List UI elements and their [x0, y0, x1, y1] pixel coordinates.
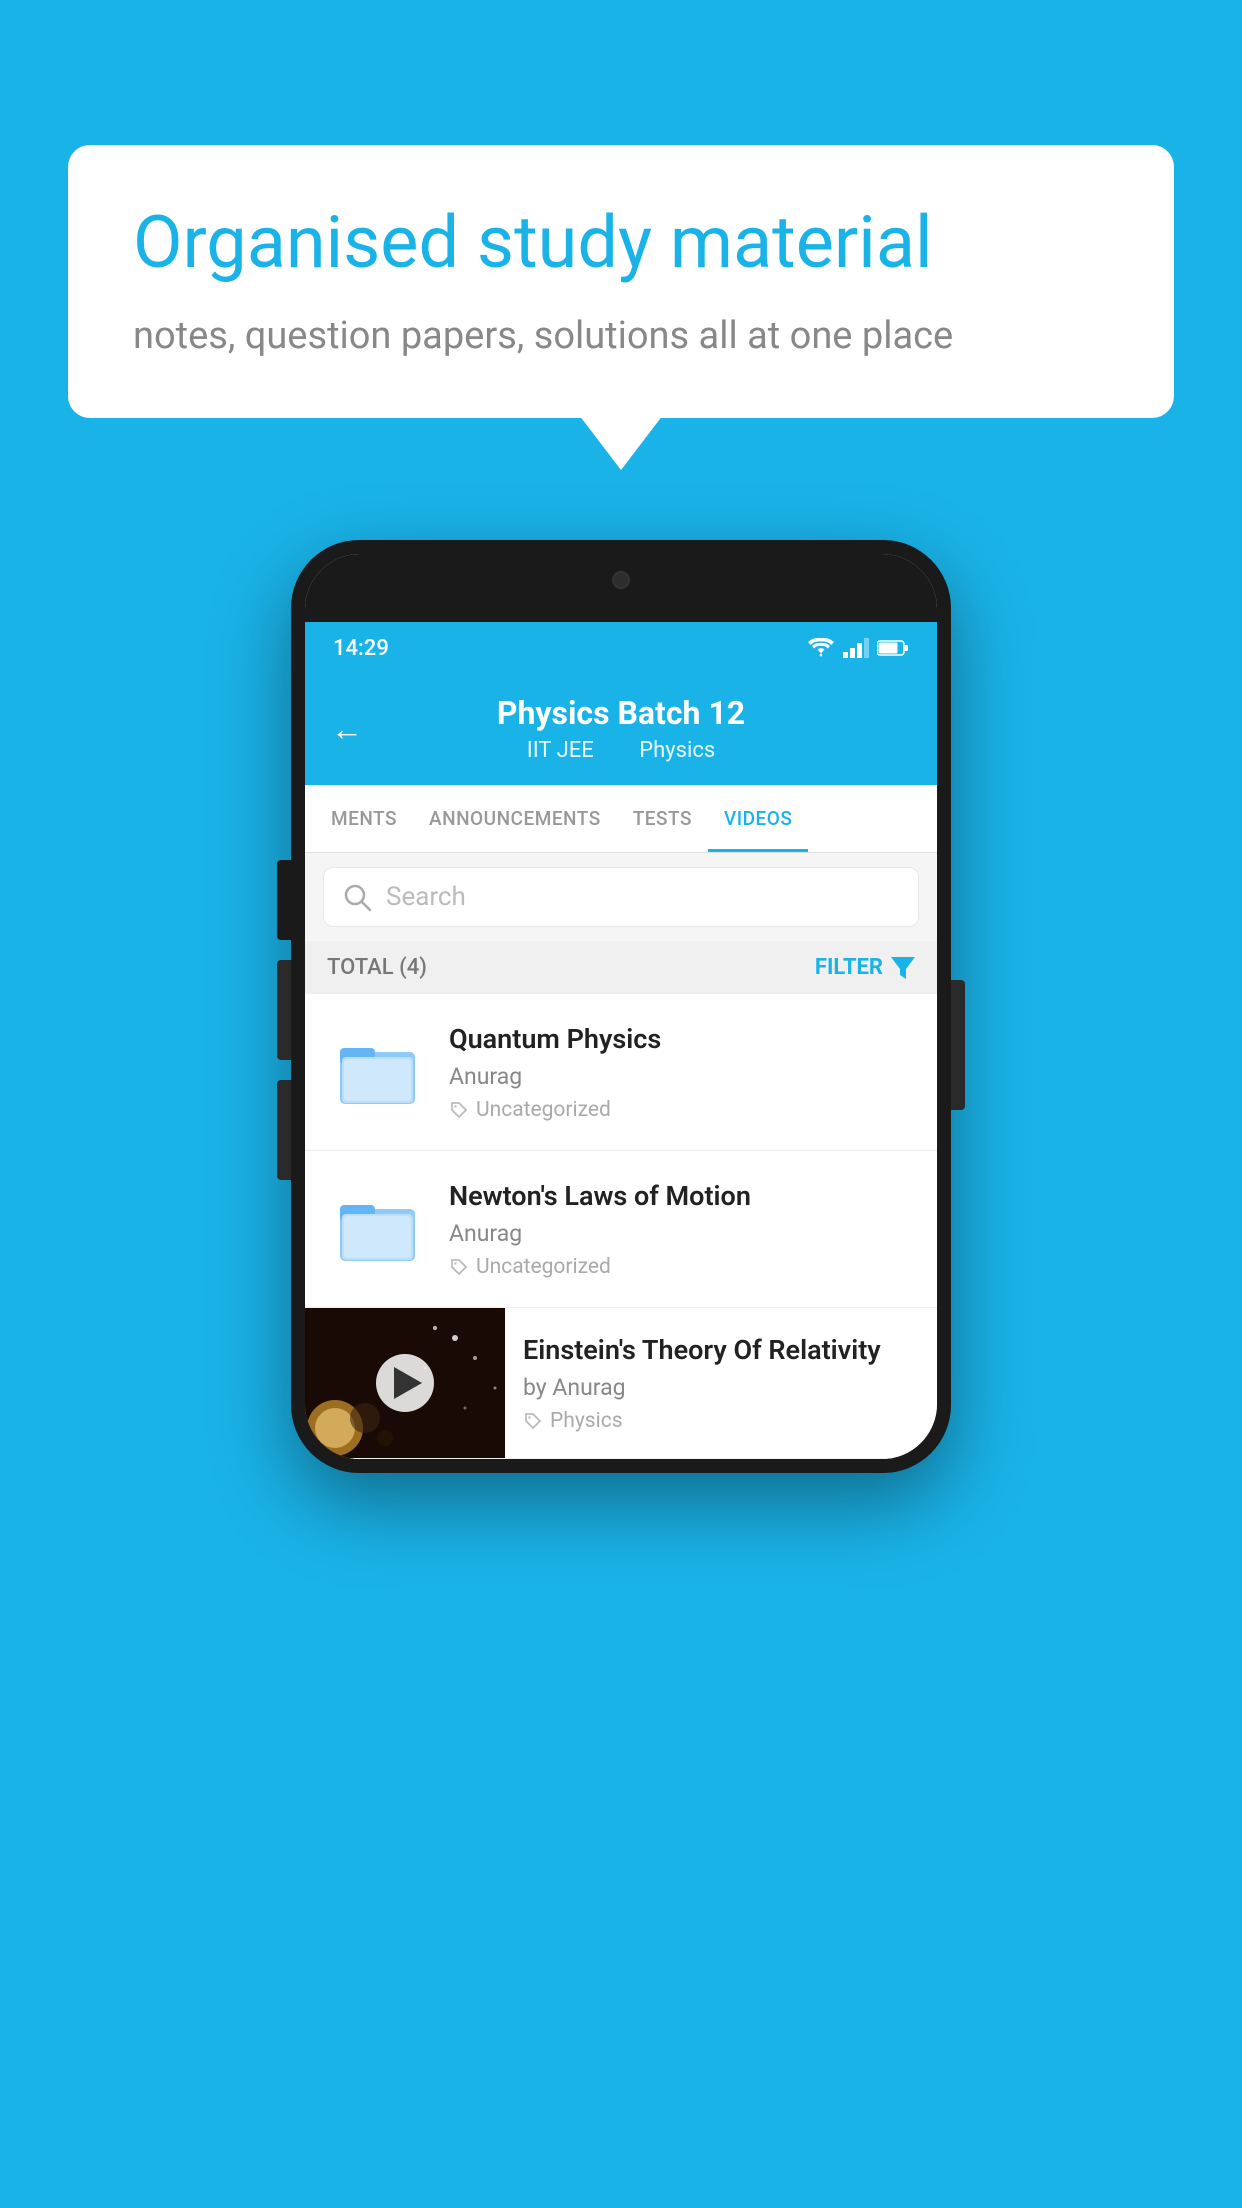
speech-bubble-subtext: notes, question papers, solutions all at… — [133, 314, 1109, 358]
search-container: Search — [305, 853, 937, 941]
status-time: 14:29 — [333, 636, 389, 661]
header-subtitle-physics: Physics — [639, 738, 715, 763]
item-author: Anurag — [449, 1220, 915, 1247]
search-bar[interactable]: Search — [323, 867, 919, 927]
power-button — [951, 980, 965, 1110]
back-button[interactable]: ← — [331, 710, 363, 748]
header-title-block: Physics Batch 12 IIT JEE Physics — [497, 694, 745, 763]
list-item[interactable]: Quantum Physics Anurag Uncategorized — [305, 994, 937, 1151]
item-tag: Uncategorized — [449, 1255, 915, 1279]
volume-down-button — [277, 1080, 291, 1180]
item-tag: Physics — [523, 1409, 919, 1433]
item-tag-text: Uncategorized — [476, 1098, 611, 1122]
item-title: Quantum Physics — [449, 1023, 915, 1055]
tag-icon — [523, 1411, 543, 1431]
tag-icon — [449, 1100, 469, 1120]
header-subtitle: IIT JEE Physics — [497, 738, 745, 763]
item-info: Quantum Physics Anurag Uncategorized — [449, 1023, 915, 1122]
filter-icon — [891, 957, 915, 979]
item-tag: Uncategorized — [449, 1098, 915, 1122]
phone-mockup: 14:29 — [291, 540, 951, 1473]
volume-up-button — [277, 960, 291, 1060]
item-info: Newton's Laws of Motion Anurag Uncategor… — [449, 1180, 915, 1279]
total-count: TOTAL (4) — [327, 955, 427, 980]
filter-label: FILTER — [815, 955, 883, 980]
video-thumbnail-preview — [305, 1308, 505, 1458]
wifi-icon — [807, 637, 835, 659]
tab-ments[interactable]: MENTS — [315, 785, 413, 852]
notch — [531, 554, 711, 606]
filter-button[interactable]: FILTER — [815, 955, 915, 980]
signal-icon — [843, 638, 869, 658]
notch-bar — [305, 554, 937, 622]
filter-row: TOTAL (4) FILTER — [305, 941, 937, 994]
item-info: Einstein's Theory Of Relativity by Anura… — [505, 1308, 937, 1447]
tabs-bar: MENTS ANNOUNCEMENTS TESTS VIDEOS — [305, 785, 937, 853]
front-camera — [612, 571, 630, 589]
tab-videos[interactable]: VIDEOS — [708, 785, 808, 852]
speech-bubble-heading: Organised study material — [133, 200, 1109, 286]
video-preview-bg — [305, 1308, 505, 1458]
video-list: Quantum Physics Anurag Uncategorized — [305, 994, 937, 1459]
item-tag-text: Uncategorized — [476, 1255, 611, 1279]
item-author: by Anurag — [523, 1374, 919, 1401]
list-item[interactable]: Newton's Laws of Motion Anurag Uncategor… — [305, 1151, 937, 1308]
item-title: Einstein's Theory Of Relativity — [523, 1334, 919, 1366]
item-tag-text: Physics — [550, 1409, 623, 1433]
battery-icon — [877, 639, 909, 657]
item-author: Anurag — [449, 1063, 915, 1090]
play-icon — [394, 1367, 422, 1399]
search-icon — [342, 882, 372, 912]
speech-bubble: Organised study material notes, question… — [68, 145, 1174, 418]
item-thumbnail — [327, 1179, 427, 1279]
speech-bubble-section: Organised study material notes, question… — [68, 145, 1174, 418]
phone-outer: 14:29 — [291, 540, 951, 1473]
search-placeholder: Search — [386, 882, 466, 912]
phone-screen: 14:29 — [305, 554, 937, 1459]
folder-icon — [335, 1187, 420, 1272]
tab-tests[interactable]: TESTS — [617, 785, 708, 852]
status-bar: 14:29 — [305, 622, 937, 674]
app-header: ← Physics Batch 12 IIT JEE Physics — [305, 674, 937, 785]
header-subtitle-iit: IIT JEE — [527, 738, 594, 763]
tag-icon — [449, 1257, 469, 1277]
status-icons — [807, 637, 909, 659]
item-title: Newton's Laws of Motion — [449, 1180, 915, 1212]
header-title: Physics Batch 12 — [497, 694, 745, 732]
tab-announcements[interactable]: ANNOUNCEMENTS — [413, 785, 617, 852]
folder-icon — [335, 1030, 420, 1115]
list-item[interactable]: Einstein's Theory Of Relativity by Anura… — [305, 1308, 937, 1459]
item-thumbnail — [327, 1022, 427, 1122]
play-button[interactable] — [376, 1354, 434, 1412]
